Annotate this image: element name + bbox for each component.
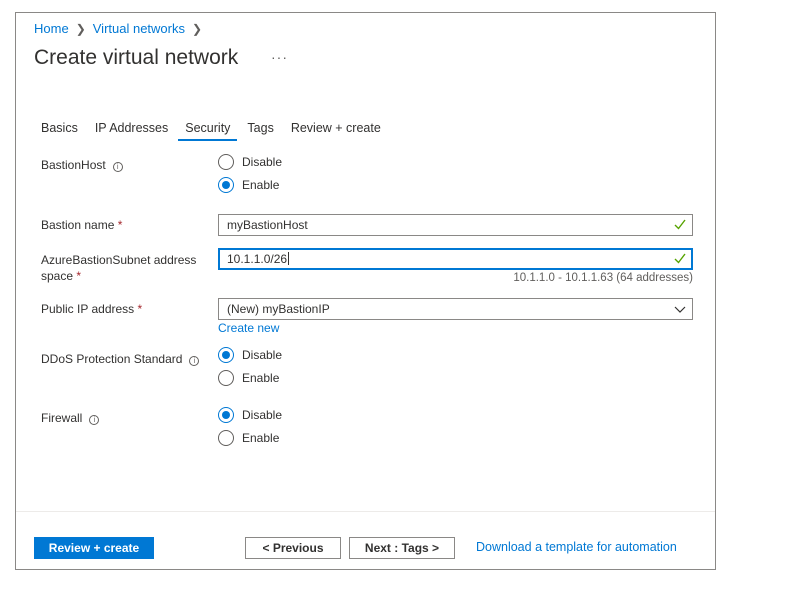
bastion-name-label-text: Bastion name xyxy=(41,218,115,232)
info-icon[interactable]: i xyxy=(112,162,123,172)
radio-label: Disable xyxy=(242,155,283,169)
radio-circle-checked[interactable] xyxy=(218,407,234,423)
radio-circle[interactable] xyxy=(218,154,234,170)
bastion-subnet-label-line1: AzureBastionSubnet address xyxy=(41,253,197,267)
tab-ip-addresses[interactable]: IP Addresses xyxy=(88,121,175,141)
breadcrumb-home-link[interactable]: Home xyxy=(34,21,69,36)
tab-basics[interactable]: Basics xyxy=(34,121,85,141)
required-marker: * xyxy=(137,302,143,316)
public-ip-label: Public IP address * xyxy=(41,301,142,317)
radio-label: Enable xyxy=(242,178,280,192)
tab-security[interactable]: Security xyxy=(178,121,238,141)
create-new-public-ip-link[interactable]: Create new xyxy=(218,321,279,335)
radio-circle-checked[interactable] xyxy=(218,347,234,363)
create-vnet-blade: Home ❯ Virtual networks ❯ Create virtual… xyxy=(15,12,716,570)
radio-circle[interactable] xyxy=(218,430,234,446)
radio-circle[interactable] xyxy=(218,370,234,386)
bastion-subnet-input[interactable]: 10.1.1.0/26 xyxy=(218,248,693,270)
footer-divider xyxy=(16,511,715,512)
previous-button[interactable]: < Previous xyxy=(245,537,341,559)
breadcrumb: Home ❯ Virtual networks ❯ xyxy=(34,21,209,36)
more-options-icon[interactable]: ··· xyxy=(271,49,288,65)
ddos-label: DDoS Protection Standard i xyxy=(41,351,200,367)
public-ip-dropdown[interactable]: (New) myBastionIP xyxy=(218,298,693,320)
bastion-subnet-label: AzureBastionSubnet address space * xyxy=(41,252,196,284)
bastion-host-enable-radio[interactable]: Enable xyxy=(218,177,279,193)
review-create-button[interactable]: Review + create xyxy=(34,537,154,559)
checkmark-icon xyxy=(674,253,686,264)
bastion-host-label-text: BastionHost xyxy=(41,158,106,172)
public-ip-selected-value: (New) myBastionIP xyxy=(227,302,330,316)
bastion-subnet-value: 10.1.1.0/26 xyxy=(227,252,288,266)
chevron-right-icon: ❯ xyxy=(75,21,86,36)
bastion-name-input[interactable]: myBastionHost xyxy=(218,214,693,236)
text-cursor xyxy=(288,252,290,265)
radio-label: Disable xyxy=(242,408,283,422)
ddos-enable-radio[interactable]: Enable xyxy=(218,370,279,386)
next-tags-button[interactable]: Next : Tags > xyxy=(349,537,455,559)
address-range-hint: 10.1.1.0 - 10.1.1.63 (64 addresses) xyxy=(513,272,693,284)
tab-tags[interactable]: Tags xyxy=(240,121,280,141)
info-icon[interactable]: i xyxy=(89,415,100,425)
tab-bar: Basics IP Addresses Security Tags Review… xyxy=(34,121,391,141)
firewall-label: Firewall i xyxy=(41,410,100,426)
radio-label: Enable xyxy=(242,431,280,445)
radio-label: Disable xyxy=(242,348,283,362)
bastion-host-disable-radio[interactable]: Disable xyxy=(218,154,282,170)
ddos-disable-radio[interactable]: Disable xyxy=(218,347,282,363)
bastion-name-label: Bastion name * xyxy=(41,217,122,233)
chevron-right-icon: ❯ xyxy=(192,21,203,36)
required-marker: * xyxy=(76,269,82,283)
bastion-host-label: BastionHost i xyxy=(41,157,123,173)
firewall-enable-radio[interactable]: Enable xyxy=(218,430,279,446)
page-title: Create virtual network xyxy=(34,46,239,69)
tab-review-create[interactable]: Review + create xyxy=(284,121,388,141)
firewall-disable-radio[interactable]: Disable xyxy=(218,407,282,423)
radio-circle-checked[interactable] xyxy=(218,177,234,193)
required-marker: * xyxy=(117,218,123,232)
info-icon[interactable]: i xyxy=(189,356,200,366)
bastion-name-value: myBastionHost xyxy=(227,218,308,232)
download-template-link[interactable]: Download a template for automation xyxy=(476,540,677,554)
public-ip-label-text: Public IP address xyxy=(41,302,135,316)
firewall-label-text: Firewall xyxy=(41,411,83,425)
bastion-subnet-label-line2: space xyxy=(41,269,74,283)
breadcrumb-virtual-networks-link[interactable]: Virtual networks xyxy=(93,21,185,36)
radio-label: Enable xyxy=(242,371,280,385)
checkmark-icon xyxy=(674,219,686,230)
chevron-down-icon[interactable] xyxy=(674,303,686,315)
ddos-label-text: DDoS Protection Standard xyxy=(41,352,183,366)
